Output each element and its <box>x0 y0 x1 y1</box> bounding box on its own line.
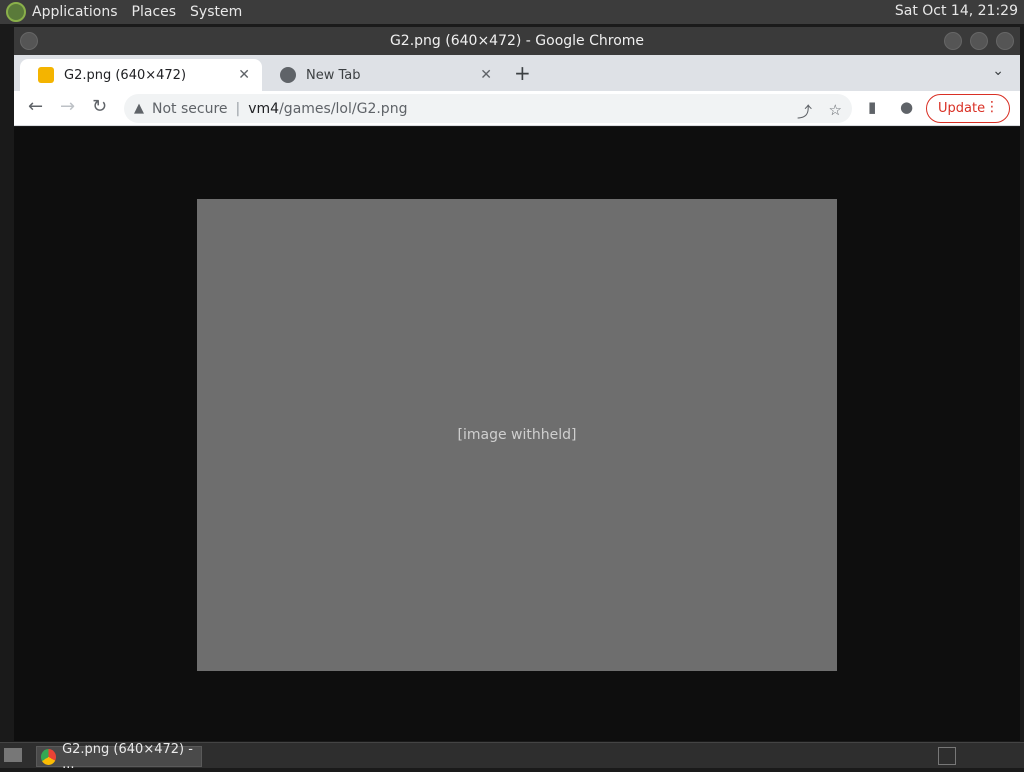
bookmark-star-icon[interactable]: ☆ <box>829 101 842 119</box>
task-label: G2.png (640×472) - ... <box>62 741 193 772</box>
panel-clock[interactable]: Sat Oct 14, 21:29 <box>895 3 1018 19</box>
top-panel: Applications Places System Sat Oct 14, 2… <box>0 0 1024 24</box>
close-tab-icon[interactable]: ✕ <box>238 67 250 83</box>
tab-label: New Tab <box>306 67 361 83</box>
side-panel-icon[interactable]: ▮ <box>868 98 876 116</box>
distro-logo-icon[interactable] <box>6 2 26 22</box>
placeholder-label: [image withheld] <box>457 427 577 443</box>
reload-icon[interactable]: ↻ <box>92 96 107 117</box>
maximize-icon[interactable] <box>970 32 988 50</box>
window-title: G2.png (640×472) - Google Chrome <box>389 33 645 49</box>
menu-applications[interactable]: Applications <box>32 4 118 20</box>
menu-system[interactable]: System <box>190 4 242 20</box>
url-path[interactable]: /games/lol/G2.png <box>279 101 407 117</box>
share-icon[interactable]: ⤴ <box>797 101 812 122</box>
security-label[interactable]: Not secure <box>152 101 228 117</box>
minimize-icon[interactable] <box>944 32 962 50</box>
tab-new-tab[interactable]: New Tab ✕ <box>262 59 504 91</box>
menu-places[interactable]: Places <box>132 4 177 20</box>
taskbar-window-chrome[interactable]: G2.png (640×472) - ... <box>36 742 202 772</box>
new-tab-icon[interactable]: + <box>514 61 531 85</box>
image-favicon-icon <box>38 67 54 83</box>
chevron-down-icon[interactable]: ⌄ <box>992 63 1004 79</box>
tab-label: G2.png (640×472) <box>64 67 187 83</box>
kebab-menu-icon[interactable]: ⋮ <box>985 99 999 115</box>
url-host[interactable]: vm4 <box>248 101 279 117</box>
page-content: [image withheld] <box>14 127 1020 741</box>
taskbar: G2.png (640×472) - ... <box>0 742 1024 772</box>
tab-strip: G2.png (640×472) ✕ New Tab ✕ + ⌄ <box>14 55 1020 91</box>
close-window-icon[interactable] <box>996 32 1014 50</box>
chrome-icon <box>41 748 57 765</box>
address-bar[interactable]: ▲ Not secure | vm4 /games/lol/G2.png ⤴ ☆ <box>124 94 852 123</box>
back-icon[interactable]: ← <box>28 96 43 117</box>
warning-icon[interactable]: ▲ <box>134 101 144 116</box>
close-tab-icon[interactable]: ✕ <box>480 67 492 83</box>
forward-icon[interactable]: → <box>60 96 75 117</box>
show-desktop-icon[interactable] <box>4 748 22 762</box>
update-label: Update <box>938 101 986 116</box>
window-menu-icon[interactable] <box>20 32 38 50</box>
profile-avatar-icon[interactable]: ● <box>900 98 913 116</box>
omnibox-separator: | <box>235 100 241 117</box>
window-titlebar[interactable]: G2.png (640×472) - Google Chrome <box>14 27 1020 55</box>
tray-chrome-icon[interactable] <box>938 747 956 765</box>
chrome-icon <box>280 67 296 83</box>
browser-toolbar: ← → ↻ ▲ Not secure | vm4 /games/lol/G2.p… <box>14 91 1020 126</box>
tab-g2-png[interactable]: G2.png (640×472) ✕ <box>20 59 262 91</box>
update-button[interactable]: Update ⋮ <box>926 94 1010 123</box>
displayed-image-placeholder[interactable]: [image withheld] <box>197 199 837 671</box>
